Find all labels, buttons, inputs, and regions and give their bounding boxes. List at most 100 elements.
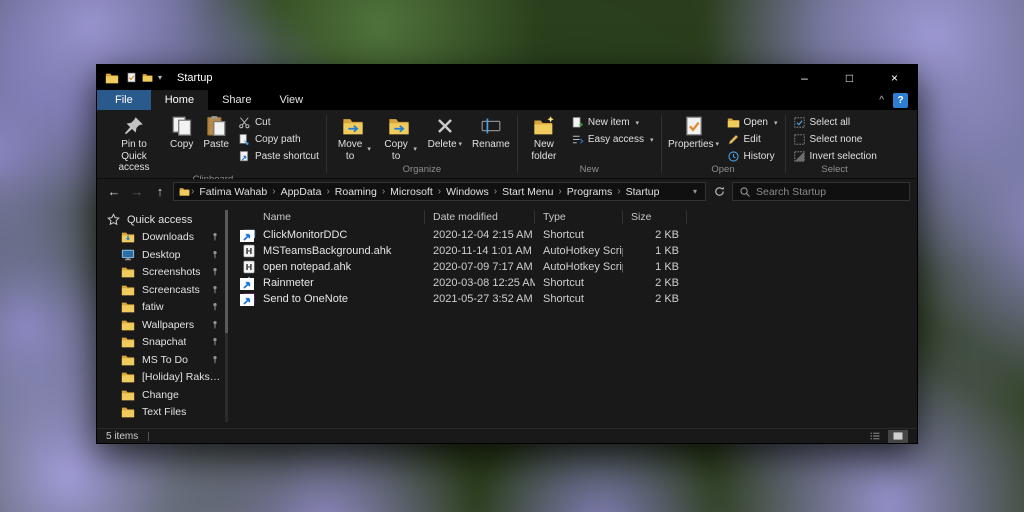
- sidebar-item-change[interactable]: Change: [97, 386, 229, 404]
- select-none-button[interactable]: Select none: [790, 132, 880, 147]
- sidebar-scrollbar[interactable]: [225, 210, 228, 422]
- move-to-button[interactable]: Move to▾: [331, 112, 375, 162]
- minimize-button[interactable]: –: [782, 65, 827, 90]
- column-header-date-modified[interactable]: Date modified: [425, 210, 535, 224]
- close-button[interactable]: ×: [872, 65, 917, 90]
- properties-icon: [683, 115, 705, 137]
- search-box[interactable]: [732, 182, 910, 201]
- sidebar-item-quick-access[interactable]: Quick access: [97, 211, 229, 229]
- new-folder-button[interactable]: New folder: [522, 112, 566, 162]
- edit-button[interactable]: Edit: [724, 132, 781, 147]
- pin-icon: [210, 285, 220, 295]
- new-item-button[interactable]: New item ▾: [568, 115, 657, 130]
- address-folder-icon: [179, 186, 190, 197]
- copy-to-icon: [388, 115, 410, 137]
- sidebar-item-fatiw[interactable]: fatiw: [97, 299, 229, 317]
- qat-properties-icon[interactable]: [126, 72, 137, 83]
- status-bar: 5 items: [97, 428, 917, 443]
- column-header-name[interactable]: Name: [229, 210, 425, 224]
- breadcrumb-item[interactable]: Start Menu: [498, 186, 557, 198]
- downloads-folder-icon: [121, 230, 135, 244]
- collapse-ribbon-button[interactable]: ^: [879, 95, 884, 106]
- titlebar[interactable]: ▾ Startup – □ ×: [97, 65, 917, 90]
- maximize-button[interactable]: □: [827, 65, 872, 90]
- sidebar-item-downloads[interactable]: Downloads: [97, 229, 229, 247]
- folder-icon: [121, 370, 135, 384]
- refresh-button[interactable]: [709, 182, 729, 202]
- tab-view[interactable]: View: [265, 90, 317, 110]
- address-dropdown-icon[interactable]: ▾: [690, 187, 700, 196]
- large-icons-view-button[interactable]: [888, 430, 908, 443]
- file-type: Shortcut: [535, 293, 623, 305]
- file-name: Send to OneNote: [263, 293, 348, 305]
- up-button[interactable]: ↑: [150, 182, 170, 202]
- qat-new-folder-icon[interactable]: [142, 72, 153, 83]
- paste-button[interactable]: Paste: [199, 112, 233, 151]
- folder-icon: [121, 265, 135, 279]
- file-date: 2020-11-14 1:01 AM: [425, 245, 535, 257]
- folder-icon: [121, 300, 135, 314]
- open-button[interactable]: Open ▾: [724, 115, 781, 130]
- column-header-type[interactable]: Type: [535, 210, 623, 224]
- crumb-separator-icon: ›: [558, 186, 561, 197]
- search-input[interactable]: [756, 186, 903, 198]
- tab-home[interactable]: Home: [151, 90, 208, 110]
- delete-button[interactable]: Delete▾: [423, 112, 467, 151]
- sidebar-item-text-files[interactable]: Text Files: [97, 404, 229, 422]
- column-header-size[interactable]: Size: [623, 210, 687, 224]
- sidebar-item-snapchat[interactable]: Snapchat: [97, 334, 229, 352]
- breadcrumb-item[interactable]: Windows: [442, 186, 493, 198]
- shortcut-overlay-icon: [240, 294, 254, 306]
- ribbon-group-organize: Move to▾ Copy to▾ Delete▾ Rename Organiz…: [327, 110, 517, 178]
- rename-button[interactable]: Rename: [469, 112, 513, 151]
- pin-icon: [210, 267, 220, 277]
- cut-button[interactable]: Cut: [235, 115, 322, 130]
- file-size: 1 KB: [623, 245, 687, 257]
- breadcrumb-item[interactable]: AppData: [277, 186, 326, 198]
- file-row[interactable]: ClickMonitorDDC 2020-12-04 2:15 AM Short…: [229, 227, 917, 243]
- paste-shortcut-button[interactable]: Paste shortcut: [235, 149, 322, 164]
- tab-file[interactable]: File: [97, 90, 151, 110]
- sidebar-item-screenshots[interactable]: Screenshots: [97, 264, 229, 282]
- file-row[interactable]: Rainmeter 2020-03-08 12:25 AM Shortcut 2…: [229, 275, 917, 291]
- details-view-button[interactable]: [865, 430, 885, 443]
- sidebar-item-wallpapers[interactable]: Wallpapers: [97, 316, 229, 334]
- file-row[interactable]: Send to OneNote 2021-05-27 3:52 AM Short…: [229, 291, 917, 307]
- breadcrumb-item[interactable]: Programs: [563, 186, 617, 198]
- properties-button[interactable]: Properties▾: [666, 112, 722, 151]
- file-row[interactable]: MSTeamsBackground.ahk 2020-11-14 1:01 AM…: [229, 243, 917, 259]
- ribbon-tab-bar-right: ^ ?: [879, 90, 917, 110]
- history-button[interactable]: History: [724, 149, 781, 164]
- copy-path-button[interactable]: Copy path: [235, 132, 322, 147]
- sidebar-item-holiday-raksha[interactable]: [Holiday] Raksha Ba: [97, 369, 229, 387]
- window-title: Startup: [177, 72, 212, 84]
- sidebar-item-ms-to-do[interactable]: MS To Do: [97, 351, 229, 369]
- breadcrumb-item[interactable]: Microsoft: [386, 186, 437, 198]
- file-type: AutoHotkey Script: [535, 245, 623, 257]
- file-size: 2 KB: [623, 277, 687, 289]
- sidebar-item-screencasts[interactable]: Screencasts: [97, 281, 229, 299]
- select-all-icon: [793, 116, 806, 129]
- scrollbar-thumb[interactable]: [225, 210, 228, 333]
- copy-to-button[interactable]: Copy to▾: [377, 112, 421, 162]
- breadcrumb-item[interactable]: Roaming: [331, 186, 381, 198]
- dropdown-icon: ▾: [650, 136, 654, 144]
- file-date: 2021-05-27 3:52 AM: [425, 293, 535, 305]
- crumb-separator-icon: ›: [494, 186, 497, 197]
- easy-access-button[interactable]: Easy access ▾: [568, 132, 657, 147]
- back-button[interactable]: ←: [104, 182, 124, 202]
- address-bar[interactable]: › Fatima Wahab › AppData › Roaming › Mic…: [173, 182, 706, 201]
- pin-to-quick-access-button[interactable]: Pin to Quick access: [104, 112, 164, 174]
- breadcrumb-item[interactable]: Fatima Wahab: [195, 186, 271, 198]
- star-icon: [107, 213, 120, 226]
- sidebar-item-desktop[interactable]: Desktop: [97, 246, 229, 264]
- copy-button[interactable]: Copy: [166, 112, 197, 151]
- select-all-button[interactable]: Select all: [790, 115, 880, 130]
- forward-button[interactable]: →: [127, 182, 147, 202]
- invert-selection-button[interactable]: Invert selection: [790, 149, 880, 164]
- help-button[interactable]: ?: [893, 93, 908, 108]
- breadcrumb-item[interactable]: Startup: [622, 186, 664, 198]
- tab-share[interactable]: Share: [208, 90, 265, 110]
- qat-customize-dropdown-icon[interactable]: ▾: [158, 73, 162, 82]
- file-row[interactable]: open notepad.ahk 2020-07-09 7:17 AM Auto…: [229, 259, 917, 275]
